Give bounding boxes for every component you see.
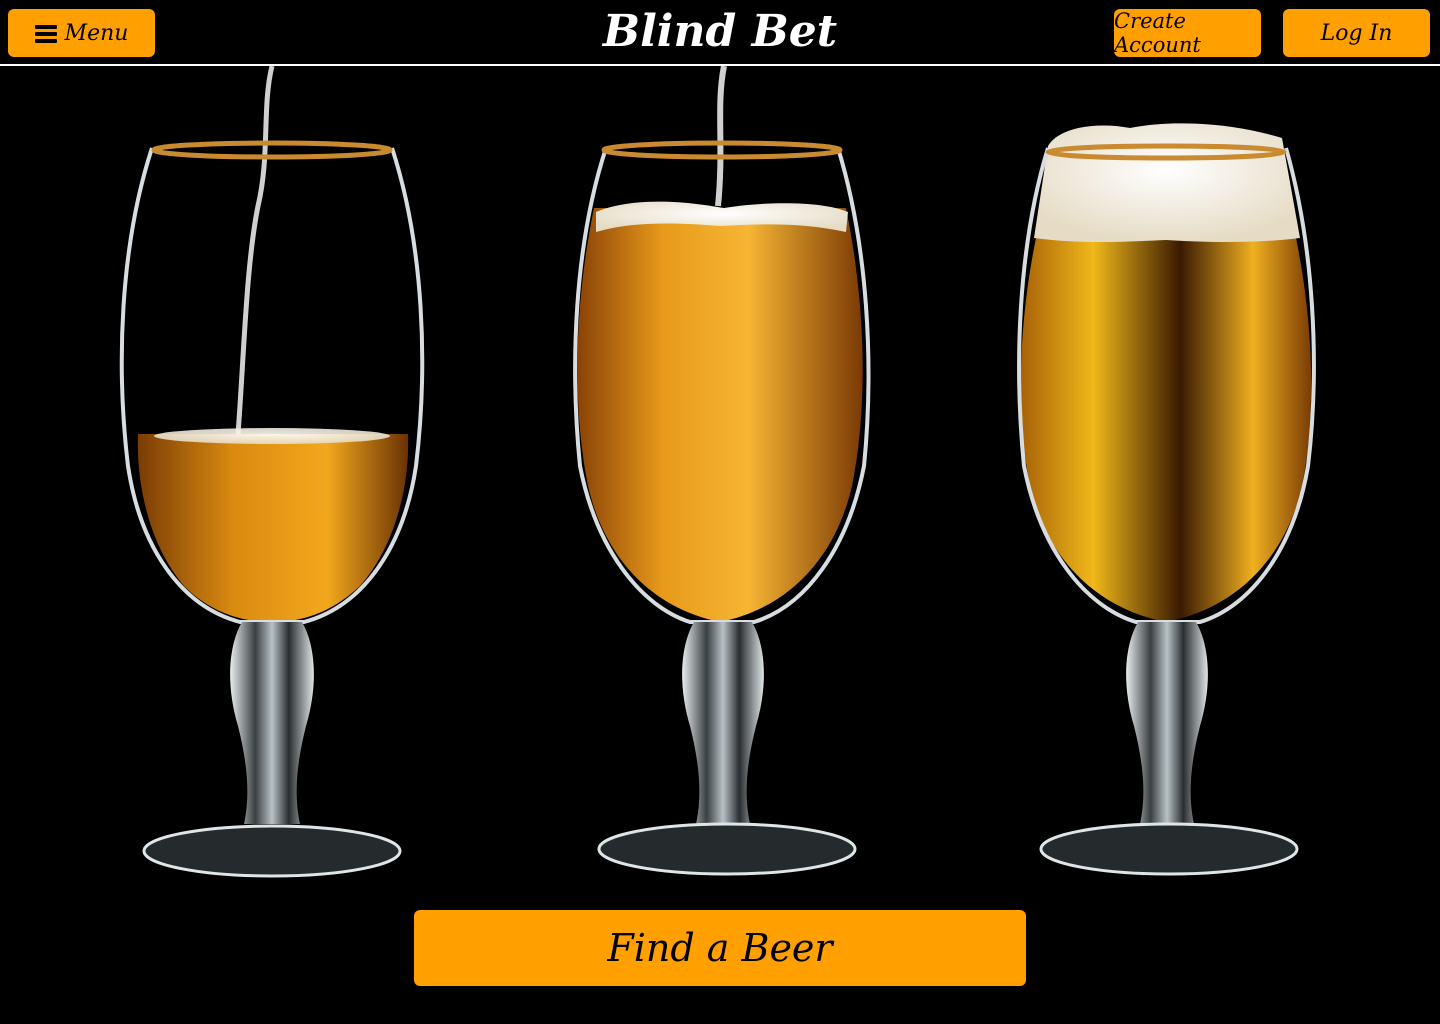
menu-label: Menu [64, 20, 129, 46]
top-navigation-bar: Menu Blind Bet Create Account Log In [0, 0, 1440, 66]
beer-glass-filling [573, 66, 871, 876]
find-a-beer-button[interactable]: Find a Beer [414, 910, 1026, 986]
hero-beer-glasses-image [119, 66, 1316, 878]
site-title: Blind Bet [602, 6, 838, 57]
find-a-beer-label: Find a Beer [607, 926, 833, 970]
login-button[interactable]: Log In [1283, 9, 1430, 57]
hamburger-icon [34, 24, 57, 43]
create-account-button[interactable]: Create Account [1114, 9, 1261, 57]
beer-glass-full [1017, 123, 1316, 876]
menu-button[interactable]: Menu [8, 9, 155, 57]
beer-glass-pouring [119, 66, 425, 878]
create-account-label: Create Account [1114, 9, 1201, 57]
login-label: Log In [1320, 20, 1393, 46]
